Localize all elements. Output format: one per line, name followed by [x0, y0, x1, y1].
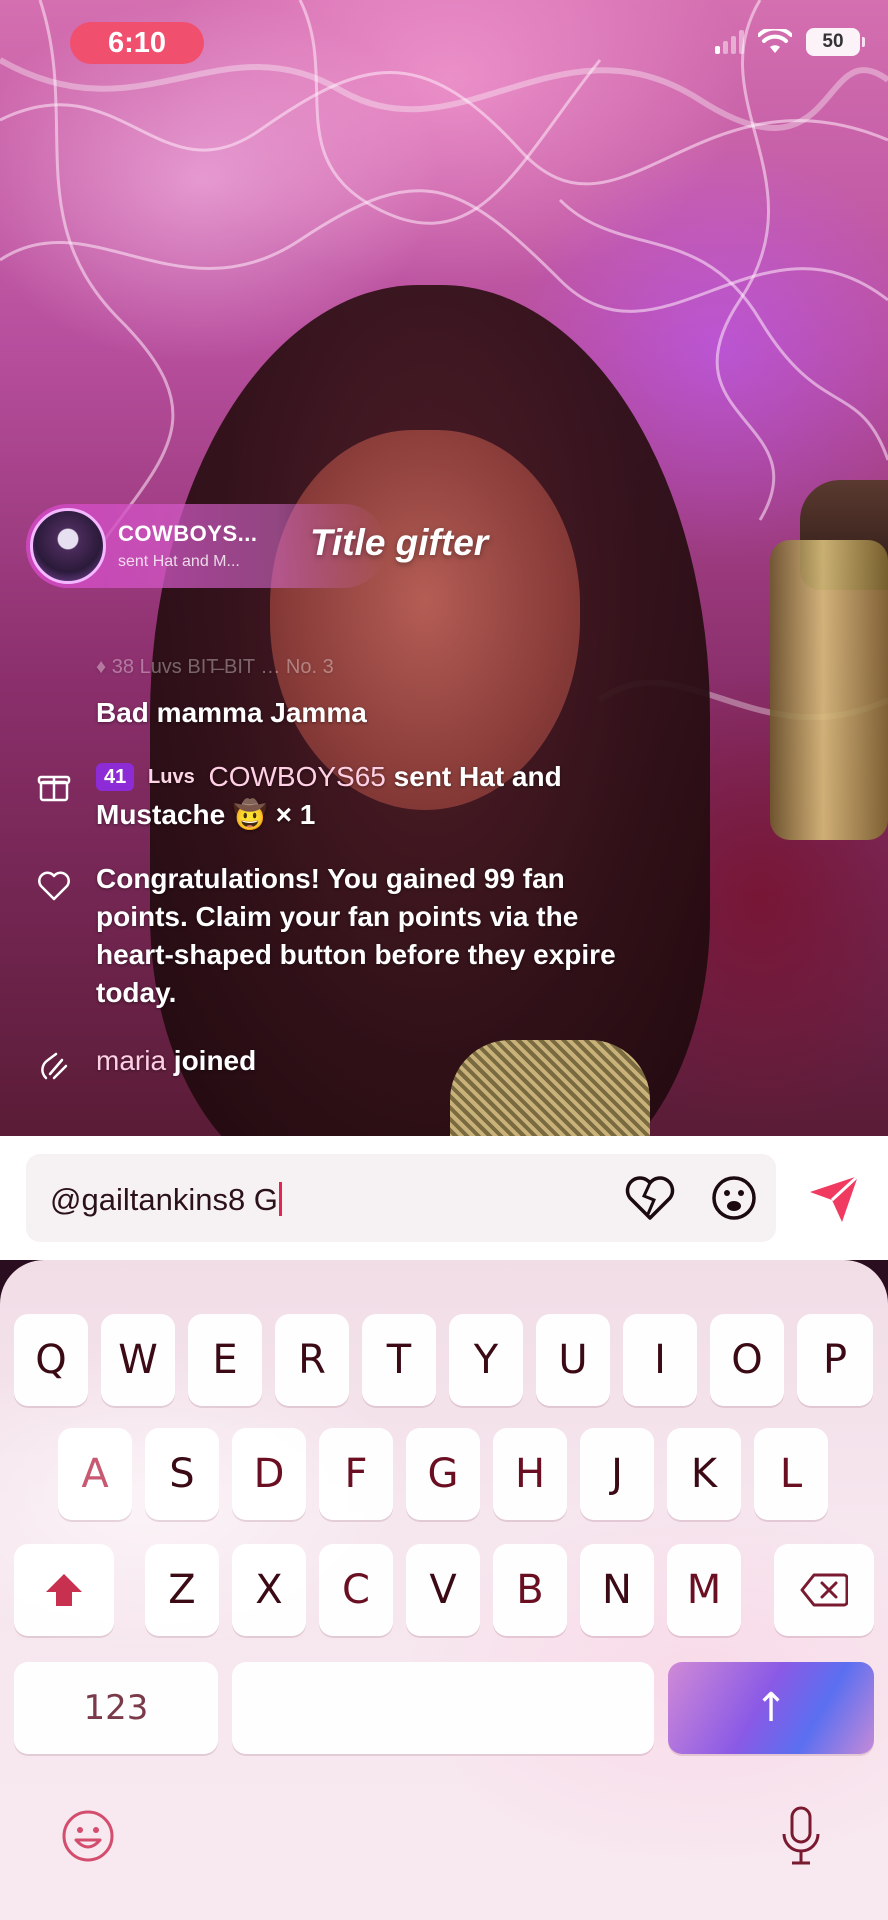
key-e[interactable]: E — [188, 1314, 262, 1406]
faded-chat-row: ♦ 38 Luvs BIT̶ BIT … No. 3 — [96, 656, 334, 678]
space-key[interactable] — [232, 1662, 654, 1754]
key-s[interactable]: S — [145, 1428, 219, 1520]
level-badge: 41 — [96, 763, 135, 791]
backspace-icon — [800, 1573, 848, 1607]
key-f[interactable]: F — [319, 1428, 393, 1520]
shift-icon — [46, 1574, 82, 1606]
gift-subtitle: sent Hat and M... — [118, 553, 240, 570]
numbers-key[interactable]: 123 — [14, 1662, 218, 1754]
mic-icon[interactable] — [780, 1806, 822, 1866]
chat-username[interactable]: maria — [96, 1045, 166, 1076]
key-a[interactable]: A — [58, 1428, 132, 1520]
status-time: 6:10 — [70, 22, 204, 64]
chat-message-join: maria joined — [96, 1042, 656, 1080]
backspace-key[interactable] — [774, 1544, 874, 1636]
gifter-avatar — [30, 508, 106, 584]
key-v[interactable]: V — [406, 1544, 480, 1636]
key-g[interactable]: G — [406, 1428, 480, 1520]
key-l[interactable]: L — [754, 1428, 828, 1520]
title-gifter-label: Title gifter — [310, 522, 489, 563]
send-icon[interactable] — [806, 1172, 862, 1224]
key-c[interactable]: C — [319, 1544, 393, 1636]
shift-key[interactable] — [14, 1544, 114, 1636]
key-d[interactable]: D — [232, 1428, 306, 1520]
return-key[interactable]: ↑ — [668, 1662, 874, 1754]
key-b[interactable]: B — [493, 1544, 567, 1636]
key-t[interactable]: T — [362, 1314, 436, 1406]
signal-icon — [715, 30, 744, 54]
chat-message-system: Congratulations! You gained 99 fan point… — [96, 860, 656, 1012]
streamer-face — [270, 430, 580, 810]
keyboard-emoji-icon[interactable] — [60, 1808, 116, 1864]
key-x[interactable]: X — [232, 1544, 306, 1636]
key-k[interactable]: K — [667, 1428, 741, 1520]
key-q[interactable]: Q — [14, 1314, 88, 1406]
battery-icon: 50 — [806, 28, 865, 56]
microphone-stand — [770, 540, 888, 840]
key-m[interactable]: M — [667, 1544, 741, 1636]
chat-username[interactable]: COWBOYS65 — [209, 761, 386, 792]
text-caret — [278, 1182, 282, 1216]
gifter-name: COWBOYS... — [118, 521, 258, 546]
key-y[interactable]: Y — [449, 1314, 523, 1406]
chat-message: Bad mamma Jamma — [96, 694, 656, 732]
comment-input-text: @gailtankins8 G — [50, 1182, 282, 1218]
key-w[interactable]: W — [101, 1314, 175, 1406]
key-i[interactable]: I — [623, 1314, 697, 1406]
chat-message-gift: 41 Luvs COWBOYS65 sent Hat and Mustache … — [96, 758, 656, 834]
key-h[interactable]: H — [493, 1428, 567, 1520]
gift-icon — [37, 775, 71, 802]
chat-message-text: joined — [166, 1045, 257, 1076]
chat-message-text: Congratulations! You gained 99 fan point… — [96, 863, 616, 1008]
key-z[interactable]: Z — [145, 1544, 219, 1636]
wave-icon — [41, 1052, 68, 1080]
key-u[interactable]: U — [536, 1314, 610, 1406]
key-r[interactable]: R — [275, 1314, 349, 1406]
key-p[interactable]: P — [797, 1314, 873, 1406]
heart-button-icon[interactable] — [624, 1174, 676, 1222]
gift-banner-text: COWBOYS... sent Hat and M... — [118, 521, 257, 571]
key-n[interactable]: N — [580, 1544, 654, 1636]
wifi-icon — [758, 29, 792, 53]
key-j[interactable]: J — [580, 1428, 654, 1520]
key-o[interactable]: O — [710, 1314, 784, 1406]
luvs-badge: Luvs — [148, 766, 195, 788]
emoji-icon[interactable] — [710, 1174, 758, 1222]
status-icons: 50 — [715, 28, 865, 56]
chat-message-text: Bad mamma Jamma — [96, 697, 367, 728]
heart-icon — [38, 871, 70, 901]
